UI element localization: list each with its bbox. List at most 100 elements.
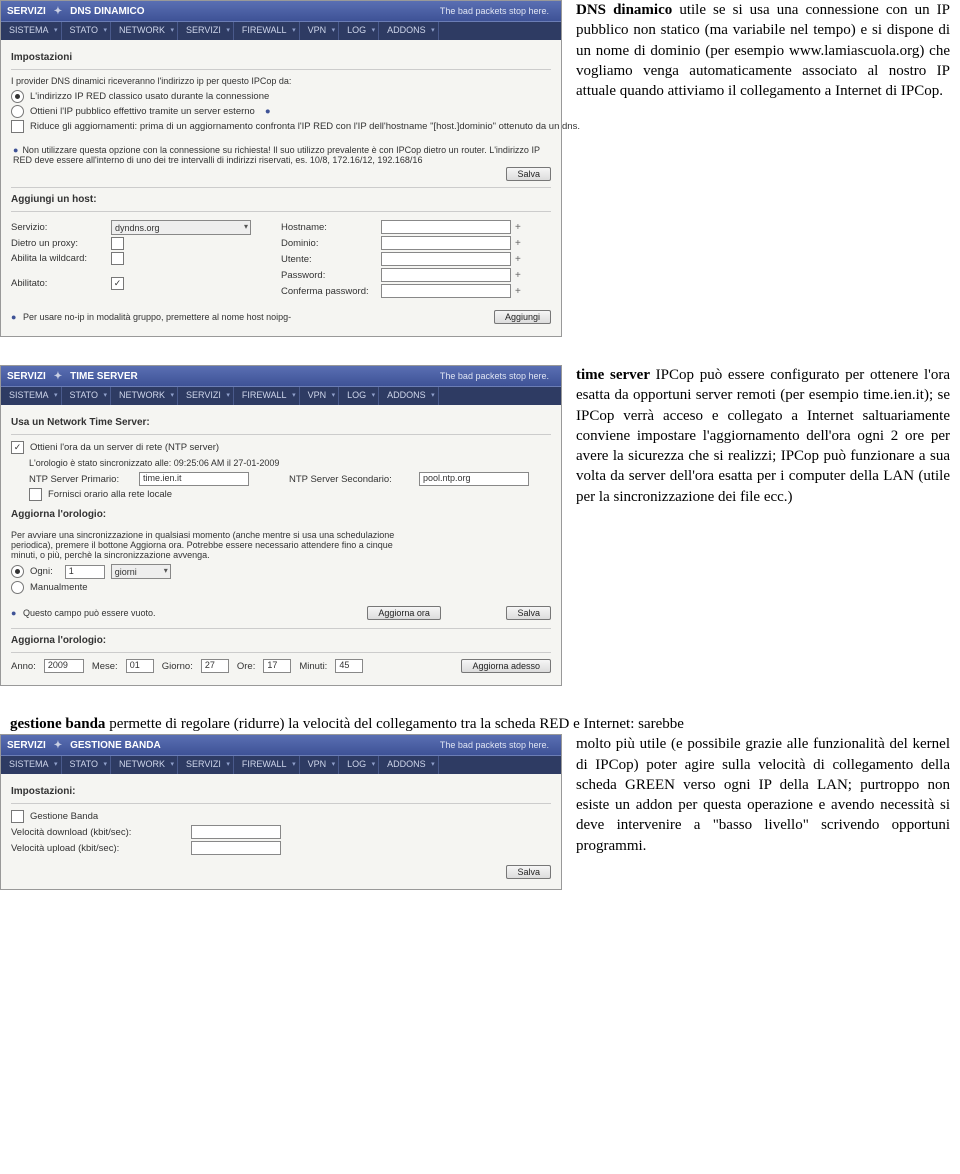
add-button[interactable]: Aggiungi [494, 310, 551, 324]
radio-icon[interactable] [11, 581, 24, 594]
ogni-unit-select[interactable]: giorni [111, 564, 171, 579]
sync-text: L'orologio è stato sincronizzato alle: 0… [11, 458, 551, 468]
label-ore: Ore: [237, 661, 255, 672]
panel-title: Impostazioni: [11, 786, 551, 797]
dns-opt2[interactable]: Ottieni l'IP pubblico effettivo tramite … [11, 105, 551, 118]
proxy-checkbox[interactable] [111, 237, 124, 250]
menu-log[interactable]: LOG [339, 387, 379, 405]
label-dominio: Dominio: [281, 238, 381, 249]
label-hostname: Hostname: [281, 222, 381, 233]
label-conferma: Conferma password: [281, 286, 381, 297]
abilitato-checkbox[interactable] [111, 277, 124, 290]
ntp-primary-input[interactable]: time.ien.it [139, 472, 249, 486]
save-button[interactable]: Salva [506, 865, 551, 879]
menu-stato[interactable]: STATO [62, 387, 112, 405]
aggiorna-adesso-button[interactable]: Aggiorna adesso [461, 659, 551, 673]
breadcrumb-a: SERVIZI [7, 740, 46, 751]
breadcrumb: SERVIZI ✦ GESTIONE BANDA The bad packets… [1, 735, 561, 755]
password-input[interactable] [381, 268, 511, 282]
radio-icon[interactable] [11, 565, 24, 578]
menu-vpn[interactable]: VPN [300, 22, 340, 40]
main-menu: SISTEMA STATO NETWORK SERVIZI FIREWALL V… [1, 386, 561, 405]
checkbox-icon[interactable] [29, 488, 42, 501]
menu-sistema[interactable]: SISTEMA [1, 22, 62, 40]
menu-stato[interactable]: STATO [62, 22, 112, 40]
menu-addons[interactable]: ADDONS [379, 387, 439, 405]
minuti-input[interactable]: 45 [335, 659, 363, 673]
menu-log[interactable]: LOG [339, 756, 379, 774]
plus-icon: + [515, 254, 521, 265]
menu-log[interactable]: LOG [339, 22, 379, 40]
label-abilitato: Abilitato: [11, 278, 111, 289]
tagline: The bad packets stop here. [440, 6, 555, 16]
conferma-input[interactable] [381, 284, 511, 298]
section-time: IP Cop 1.4.18 SERVIZI ✦ TIME SERVER The … [0, 365, 960, 686]
menu-servizi[interactable]: SERVIZI [178, 756, 234, 774]
panel-title: Impostazioni [11, 52, 551, 63]
breadcrumb-sep: ✦ [54, 6, 62, 17]
dns-opt3[interactable]: Riduce gli aggiornamenti: prima di un ag… [11, 120, 551, 133]
save-button[interactable]: Salva [506, 606, 551, 620]
ogni-value-input[interactable]: 1 [65, 565, 105, 579]
label-wildcard: Abilita la wildcard: [11, 253, 111, 264]
wildcard-checkbox[interactable] [111, 252, 124, 265]
servizio-select[interactable]: dyndns.org [111, 220, 251, 235]
manual-option[interactable]: Manualmente [11, 581, 416, 594]
info-dot-icon [265, 106, 275, 117]
radio-icon[interactable] [11, 90, 24, 103]
ntp-secondary-input[interactable]: pool.ntp.org [419, 472, 529, 486]
menu-servizi[interactable]: SERVIZI [178, 387, 234, 405]
dns-opt1[interactable]: L'indirizzo IP RED classico usato durant… [11, 90, 551, 103]
banda-checkbox-row[interactable]: Gestione Banda [11, 810, 551, 823]
download-input[interactable] [191, 825, 281, 839]
label-utente: Utente: [281, 254, 381, 265]
menu-addons[interactable]: ADDONS [379, 22, 439, 40]
dominio-input[interactable] [381, 236, 511, 250]
menu-sistema[interactable]: SISTEMA [1, 756, 62, 774]
menu-stato[interactable]: STATO [62, 756, 112, 774]
label-proxy: Dietro un proxy: [11, 238, 111, 249]
label-upload: Velocità upload (kbit/sec): [11, 843, 191, 854]
anno-input[interactable]: 2009 [44, 659, 84, 673]
breadcrumb: SERVIZI ✦ TIME SERVER The bad packets st… [1, 366, 561, 386]
menu-servizi[interactable]: SERVIZI [178, 22, 234, 40]
aggiorna-ora-button[interactable]: Aggiorna ora [367, 606, 441, 620]
menu-firewall[interactable]: FIREWALL [234, 22, 300, 40]
menu-vpn[interactable]: VPN [300, 756, 340, 774]
label-giorno: Giorno: [162, 661, 193, 672]
tagline: The bad packets stop here. [440, 740, 555, 750]
menu-network[interactable]: NETWORK [111, 22, 178, 40]
menu-firewall[interactable]: FIREWALL [234, 756, 300, 774]
checkbox-icon[interactable] [11, 120, 24, 133]
menu-network[interactable]: NETWORK [111, 756, 178, 774]
checkbox-icon[interactable] [11, 441, 24, 454]
label-password: Password: [281, 270, 381, 281]
menu-sistema[interactable]: SISTEMA [1, 387, 62, 405]
aggiorna-help: Per avviare una sincronizzazione in qual… [11, 530, 416, 560]
ogni-option[interactable]: Ogni: 1 giorni [11, 564, 416, 579]
menu-vpn[interactable]: VPN [300, 387, 340, 405]
utente-input[interactable] [381, 252, 511, 266]
breadcrumb-sep: ✦ [54, 740, 62, 751]
time-opt-ntp[interactable]: Ottieni l'ora da un server di rete (NTP … [11, 441, 551, 454]
giorno-input[interactable]: 27 [201, 659, 229, 673]
screenshot-dns: IP Cop 1.4.18 SERVIZI ✦ DNS DINAMICO The… [0, 0, 562, 337]
fornisci-checkbox-row[interactable]: Fornisci orario alla rete locale [11, 488, 551, 501]
menu-firewall[interactable]: FIREWALL [234, 387, 300, 405]
save-button[interactable]: Salva [506, 167, 551, 181]
label-anno: Anno: [11, 661, 36, 672]
aggiorna-title: Aggiorna l'orologio: [11, 509, 551, 520]
hostname-input[interactable] [381, 220, 511, 234]
checkbox-icon[interactable] [11, 810, 24, 823]
menu-network[interactable]: NETWORK [111, 387, 178, 405]
radio-icon[interactable] [11, 105, 24, 118]
menu-addons[interactable]: ADDONS [379, 756, 439, 774]
label-mese: Mese: [92, 661, 118, 672]
upload-input[interactable] [191, 841, 281, 855]
label-ntp-secondary: NTP Server Secondario: [289, 474, 419, 485]
ore-input[interactable]: 17 [263, 659, 291, 673]
mese-input[interactable]: 01 [126, 659, 154, 673]
label-download: Velocità download (kbit/sec): [11, 827, 191, 838]
add-host-title: Aggiungi un host: [11, 194, 551, 205]
breadcrumb-b: DNS DINAMICO [70, 6, 144, 17]
